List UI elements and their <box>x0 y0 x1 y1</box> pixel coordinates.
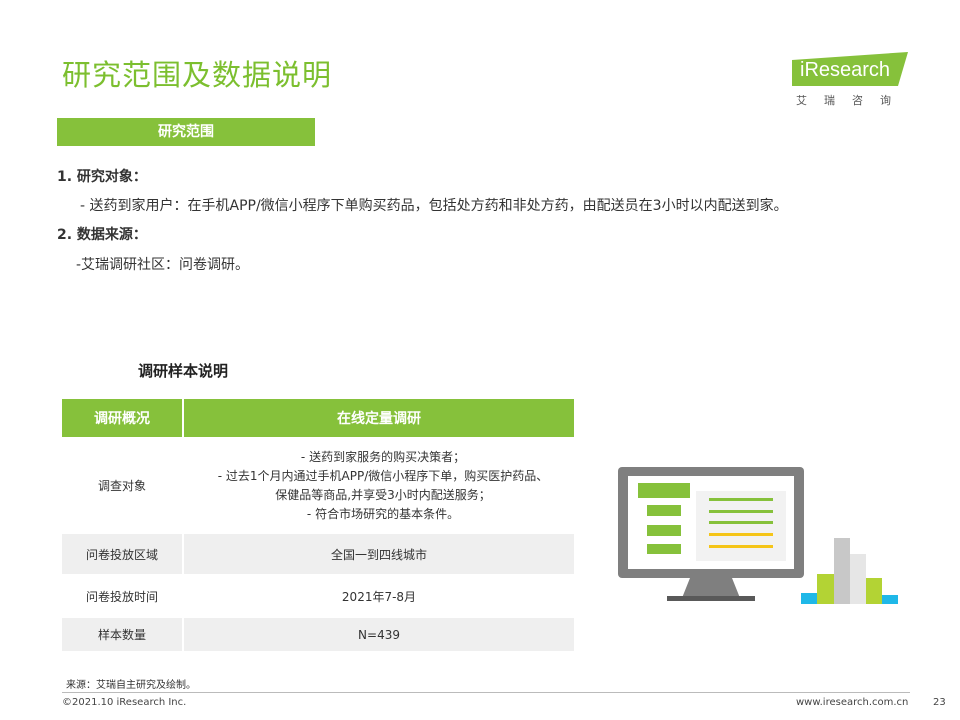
screen-header-block <box>638 483 690 498</box>
monitor-neck <box>682 578 740 598</box>
iresearch-logo: iResearch 艾瑞咨询 <box>790 50 916 108</box>
table-header-right: 在线定量调研 <box>183 399 574 437</box>
chart-bar <box>882 595 898 604</box>
item-research-object-title: 1. 研究对象： <box>57 169 147 185</box>
row-value-survey-time: 2021年7-8月 <box>341 589 417 604</box>
survey-target-line: - 送药到家服务的购买决策者； <box>300 449 466 464</box>
screen-side-block <box>647 505 681 516</box>
chart-bar <box>866 578 882 604</box>
row-label-survey-area: 问卷投放区域 <box>62 534 184 574</box>
source-note: 来源：艾瑞自主研究及绘制。 <box>66 680 196 691</box>
survey-target-line: 保健品等商品,并享受3小时内配送服务； <box>275 487 491 502</box>
item-research-object-text: - 送药到家用户：在手机APP/微信小程序下单购买药品，包括处方药和非处方药，由… <box>80 198 788 214</box>
logo-subtitle: 艾瑞咨询 <box>796 94 908 107</box>
screen-line <box>709 498 773 501</box>
table-row: 问卷投放区域 全国一到四线城市 <box>62 534 574 574</box>
chart-bar <box>801 593 817 604</box>
screen-line <box>709 521 773 524</box>
screen-panel <box>696 491 786 561</box>
survey-target-line: - 符合市场研究的基本条件。 <box>306 506 460 521</box>
screen-side-block <box>647 525 681 536</box>
section-tab-scope: 研究范围 <box>57 118 315 146</box>
chart-bar <box>817 574 834 604</box>
item-data-source-text: -艾瑞调研社区：问卷调研。 <box>76 257 250 273</box>
monitor-base <box>667 596 755 601</box>
screen-line <box>709 545 773 548</box>
row-value-survey-area: 全国一到四线城市 <box>183 534 574 574</box>
survey-target-line: - 过去1个月内通过手机APP/微信小程序下单，购买医护药品、 <box>217 468 549 483</box>
table-caption: 调研样本说明 <box>138 362 229 380</box>
page-title: 研究范围及数据说明 <box>62 58 333 92</box>
page-number: 23 <box>933 697 946 708</box>
screen-line <box>709 533 773 536</box>
copyright-text: ©2021.10 iResearch Inc. <box>62 697 187 708</box>
row-value-sample-size: N=439 <box>183 618 574 651</box>
row-value-survey-target: - 送药到家服务的购买决策者； - 过去1个月内通过手机APP/微信小程序下单，… <box>183 437 574 534</box>
row-label-survey-time: 问卷投放时间 <box>62 574 184 618</box>
row-label-survey-target: 调查对象 <box>62 437 184 534</box>
chart-bar <box>850 554 866 604</box>
screen-side-block <box>647 544 681 554</box>
item-data-source-title: 2. 数据来源： <box>57 227 147 243</box>
logo-wordmark: iResearch <box>800 59 891 81</box>
chart-bar <box>834 538 850 604</box>
row-label-sample-size: 样本数量 <box>62 618 184 651</box>
table-header-left: 调研概况 <box>62 399 184 437</box>
table-row: 问卷投放时间 2021年7-8月 <box>62 574 574 618</box>
website-link[interactable]: www.iresearch.com.cn <box>796 697 908 708</box>
monitor-with-bar-chart-icon <box>618 467 898 604</box>
footer-divider <box>62 692 910 693</box>
table-header-row: 调研概况 在线定量调研 <box>62 399 574 437</box>
sample-table: 调研概况 在线定量调研 调查对象 - 送药到家服务的购买决策者； - 过去1个月… <box>62 399 574 651</box>
table-row: 调查对象 - 送药到家服务的购买决策者； - 过去1个月内通过手机APP/微信小… <box>62 437 574 534</box>
table-row: 样本数量 N=439 <box>62 618 574 651</box>
screen-line <box>709 510 773 513</box>
